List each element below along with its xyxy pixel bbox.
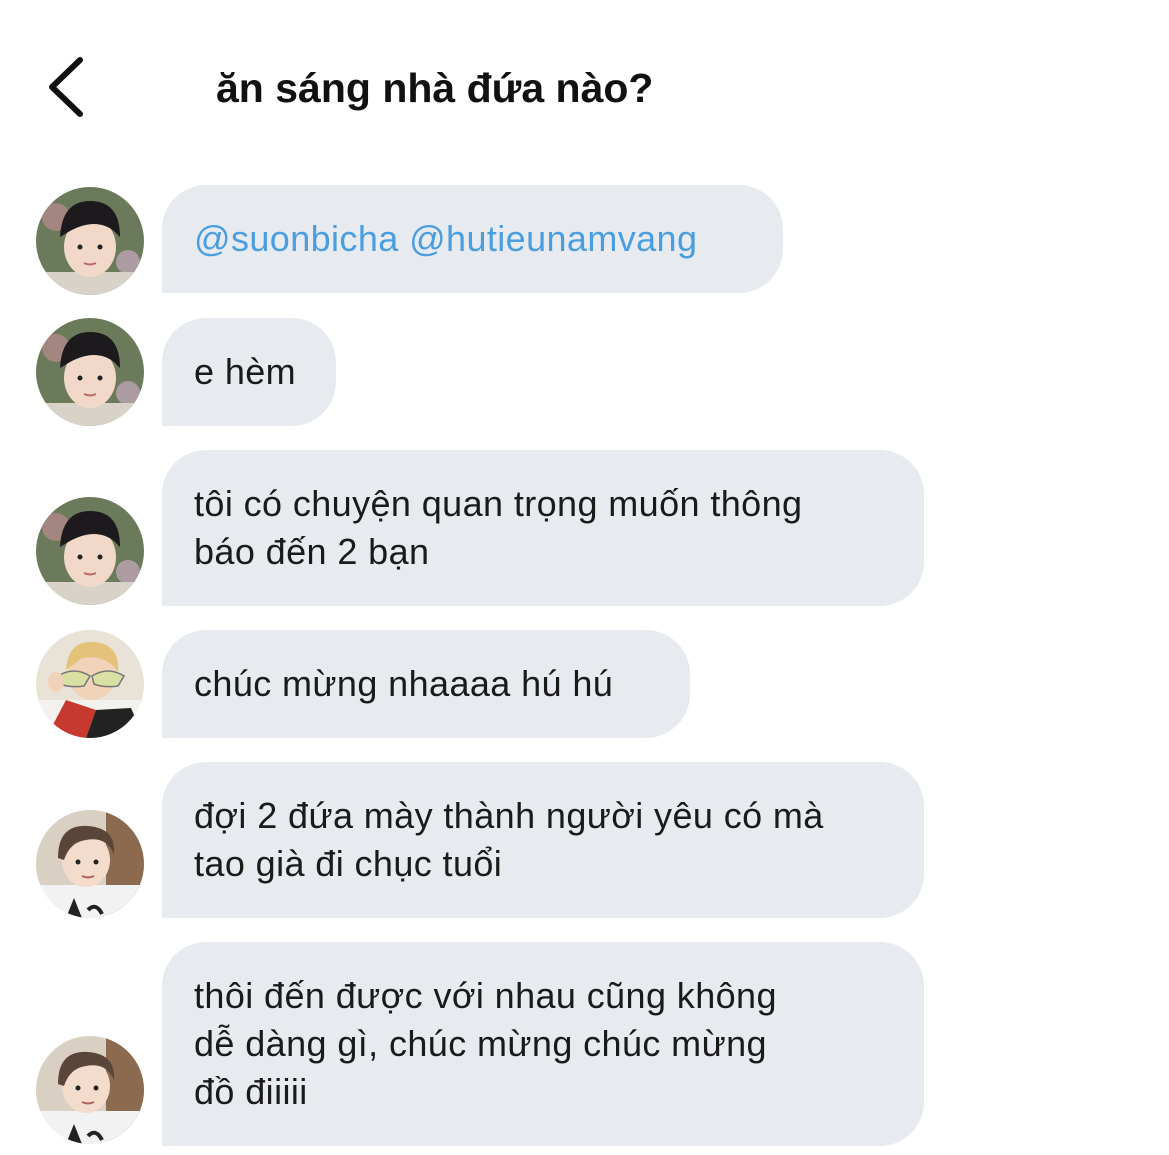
avatar-user-2[interactable] [36, 630, 144, 738]
message-bubble: e hèm [162, 318, 336, 426]
message-row: e hèm [0, 318, 1169, 428]
avatar-user-1[interactable] [36, 497, 144, 605]
message-line: dễ dàng gì, chúc mừng chúc mừng [194, 1023, 767, 1064]
message-list: @suonbicha @hutieunamvang e hèm tôi có c… [0, 0, 1169, 1155]
message-bubble: tôi có chuyện quan trọng muốn thông báo … [162, 450, 924, 606]
avatar-user-3[interactable] [36, 810, 144, 918]
message-line: tôi có chuyện quan trọng muốn thông [194, 483, 803, 524]
message-row: chúc mừng nhaaaa hú hú [0, 630, 1169, 740]
message-row: tôi có chuyện quan trọng muốn thông báo … [0, 450, 1169, 606]
message-text: chúc mừng nhaaaa hú hú [194, 663, 614, 704]
message-line: đồ điiiii [194, 1071, 308, 1112]
message-text: e hèm [194, 351, 297, 392]
message-row: đợi 2 đứa mày thành người yêu có mà tao … [0, 762, 1169, 918]
message-bubble: @suonbicha @hutieunamvang [162, 185, 783, 293]
message-line: báo đến 2 bạn [194, 531, 430, 572]
message-line: đợi 2 đứa mày thành người yêu có mà [194, 795, 824, 836]
message-row: thôi đến được với nhau cũng không dễ dàn… [0, 942, 1169, 1146]
avatar-user-1[interactable] [36, 318, 144, 426]
message-line: tao già đi chục tuổi [194, 843, 503, 884]
message-row: @suonbicha @hutieunamvang [0, 185, 1169, 295]
message-bubble: đợi 2 đứa mày thành người yêu có mà tao … [162, 762, 924, 918]
mention-text[interactable]: @suonbicha @hutieunamvang [194, 215, 697, 263]
avatar-user-3[interactable] [36, 1036, 144, 1144]
message-line: thôi đến được với nhau cũng không [194, 975, 777, 1016]
message-bubble: thôi đến được với nhau cũng không dễ dàn… [162, 942, 924, 1146]
avatar-user-1[interactable] [36, 187, 144, 295]
message-bubble: chúc mừng nhaaaa hú hú [162, 630, 690, 738]
